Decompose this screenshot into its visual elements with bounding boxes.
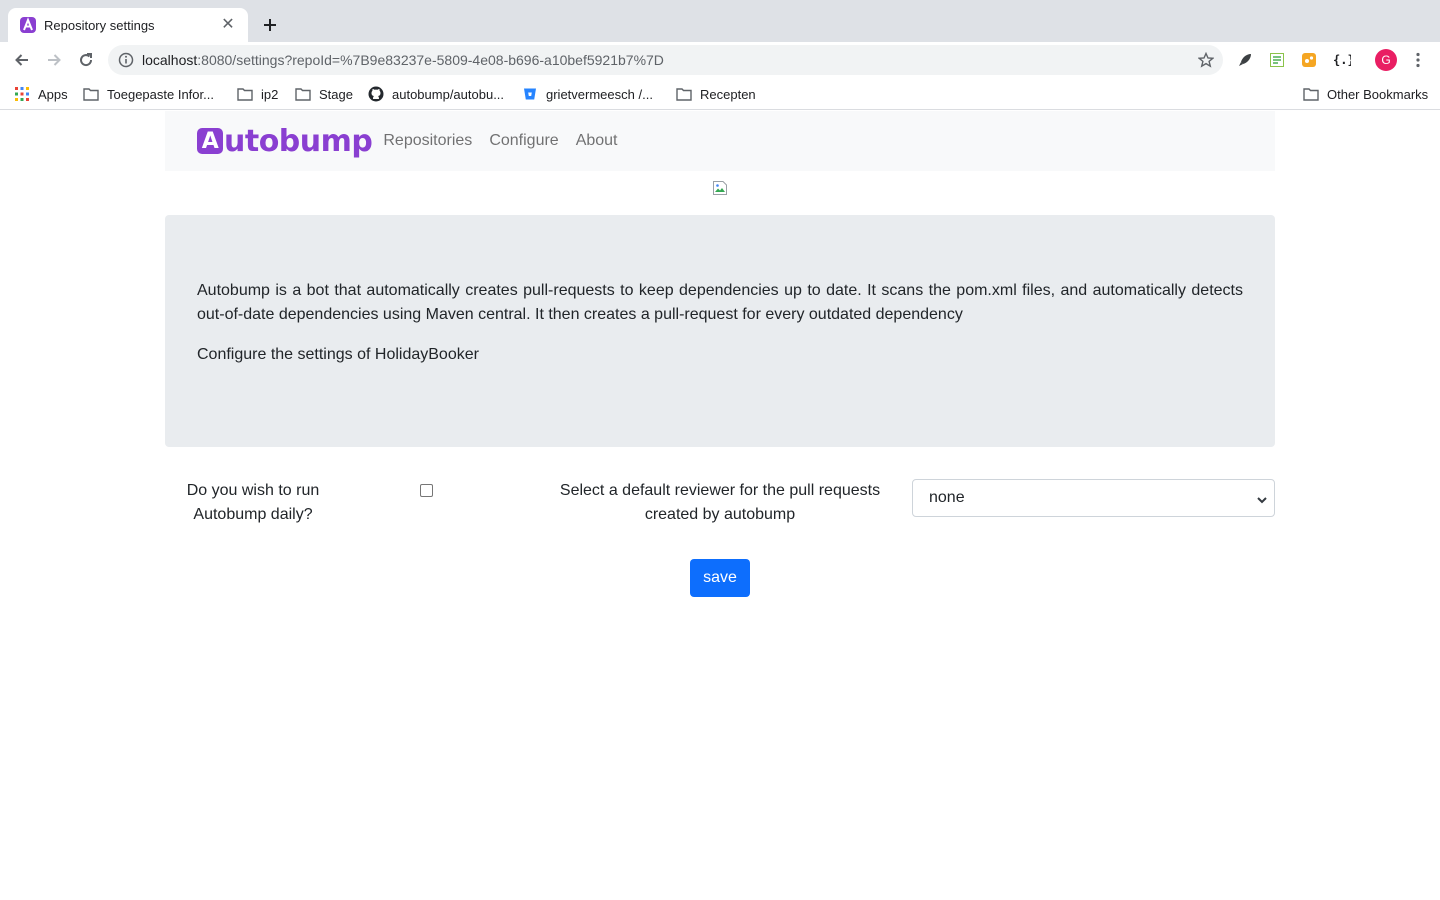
github-icon xyxy=(368,86,384,102)
bookmark-label: autobump/autobu... xyxy=(392,86,505,102)
profile-avatar[interactable]: G xyxy=(1375,49,1397,71)
save-button[interactable]: save xyxy=(690,559,750,597)
address-bar[interactable]: localhost:8080/settings?repoId=%7B9e8323… xyxy=(108,45,1223,75)
folder-icon xyxy=(83,86,99,102)
logo-text: utobump xyxy=(224,123,373,159)
bookmark-label: Toegepaste Infor... xyxy=(107,86,214,102)
reviewer-select[interactable]: none xyxy=(912,479,1275,517)
site-info-icon[interactable] xyxy=(118,52,134,68)
folder-icon xyxy=(295,86,311,102)
url-path: :8080/settings?repoId=%7B9e83237e-5809-4… xyxy=(197,52,664,68)
bookmark-ip2[interactable]: ip2 xyxy=(237,85,278,103)
bookmark-star-icon[interactable] xyxy=(1197,51,1215,69)
bookmark-label: Apps xyxy=(38,86,68,102)
logo-letter: A xyxy=(197,128,223,154)
bookmark-label: Recepten xyxy=(700,86,756,102)
tab-close-icon[interactable]: ✕ xyxy=(218,17,238,33)
bookmark-autobump-github[interactable]: autobump/autobu... xyxy=(368,85,504,103)
svg-text:{.}: {.} xyxy=(1333,53,1351,67)
rocket-extension-icon[interactable] xyxy=(1235,50,1255,70)
new-tab-icon[interactable] xyxy=(258,13,282,37)
site-navbar: Autobump Repositories Configure About xyxy=(165,111,1275,171)
bookmarks-bar: Apps Toegepaste Infor... ip2 Stage autob… xyxy=(0,78,1440,110)
bookmark-label: Stage xyxy=(319,86,353,102)
browser-tab[interactable]: Repository settings ✕ xyxy=(8,8,248,42)
autobump-logo[interactable]: Autobump xyxy=(197,123,373,159)
bookmark-apps[interactable]: Apps xyxy=(14,85,68,103)
autobump-description: Autobump is a bot that automatically cre… xyxy=(197,282,1243,323)
chevron-down-icon xyxy=(1256,493,1268,505)
bookmark-other[interactable]: Other Bookmarks xyxy=(1303,85,1428,103)
apps-grid-icon xyxy=(14,86,30,102)
bookmark-label: grietvermeesch /... xyxy=(546,86,653,102)
forward-arrow-icon[interactable] xyxy=(42,48,66,72)
sheet-extension-icon[interactable] xyxy=(1267,50,1287,70)
reviewer-selected-value: none xyxy=(929,489,965,506)
autobump-favicon-icon xyxy=(20,17,36,33)
bookmark-toegepaste[interactable]: Toegepaste Infor... xyxy=(83,85,214,103)
browser-menu-icon[interactable] xyxy=(1408,48,1428,72)
bookmark-bitbucket[interactable]: grietvermeesch /... xyxy=(522,85,653,103)
nav-link-configure[interactable]: Configure xyxy=(489,132,558,150)
nav-link-repositories[interactable]: Repositories xyxy=(383,132,472,150)
reload-icon[interactable] xyxy=(74,48,98,72)
browser-tabstrip: Repository settings ✕ xyxy=(0,0,1440,42)
folder-icon xyxy=(676,86,692,102)
broken-image-icon xyxy=(712,180,728,196)
url-text: localhost:8080/settings?repoId=%7B9e8323… xyxy=(142,52,664,68)
bookmark-stage[interactable]: Stage xyxy=(295,85,353,103)
orange-extension-icon[interactable] xyxy=(1299,50,1319,70)
browser-toolbar: localhost:8080/settings?repoId=%7B9e8323… xyxy=(0,42,1440,78)
reviewer-label: Select a default reviewer for the pull r… xyxy=(559,482,881,523)
bookmark-label: Other Bookmarks xyxy=(1327,86,1429,102)
configure-heading: Configure the settings of HolidayBooker xyxy=(197,346,479,363)
tab-title: Repository settings xyxy=(44,17,155,33)
nav-link-about[interactable]: About xyxy=(576,132,618,150)
url-host: localhost xyxy=(142,52,198,68)
back-arrow-icon[interactable] xyxy=(10,48,34,72)
bitbucket-icon xyxy=(522,86,538,102)
daily-run-label: Do you wish to run Autobump daily? xyxy=(186,482,320,523)
bookmark-label: ip2 xyxy=(261,86,279,102)
folder-icon xyxy=(237,86,253,102)
daily-run-checkbox[interactable] xyxy=(420,484,433,497)
folder-icon xyxy=(1303,86,1319,102)
bookmark-recepten[interactable]: Recepten xyxy=(676,85,756,103)
json-extension-icon[interactable]: {.} xyxy=(1332,50,1352,70)
intro-jumbotron: Autobump is a bot that automatically cre… xyxy=(165,215,1275,447)
